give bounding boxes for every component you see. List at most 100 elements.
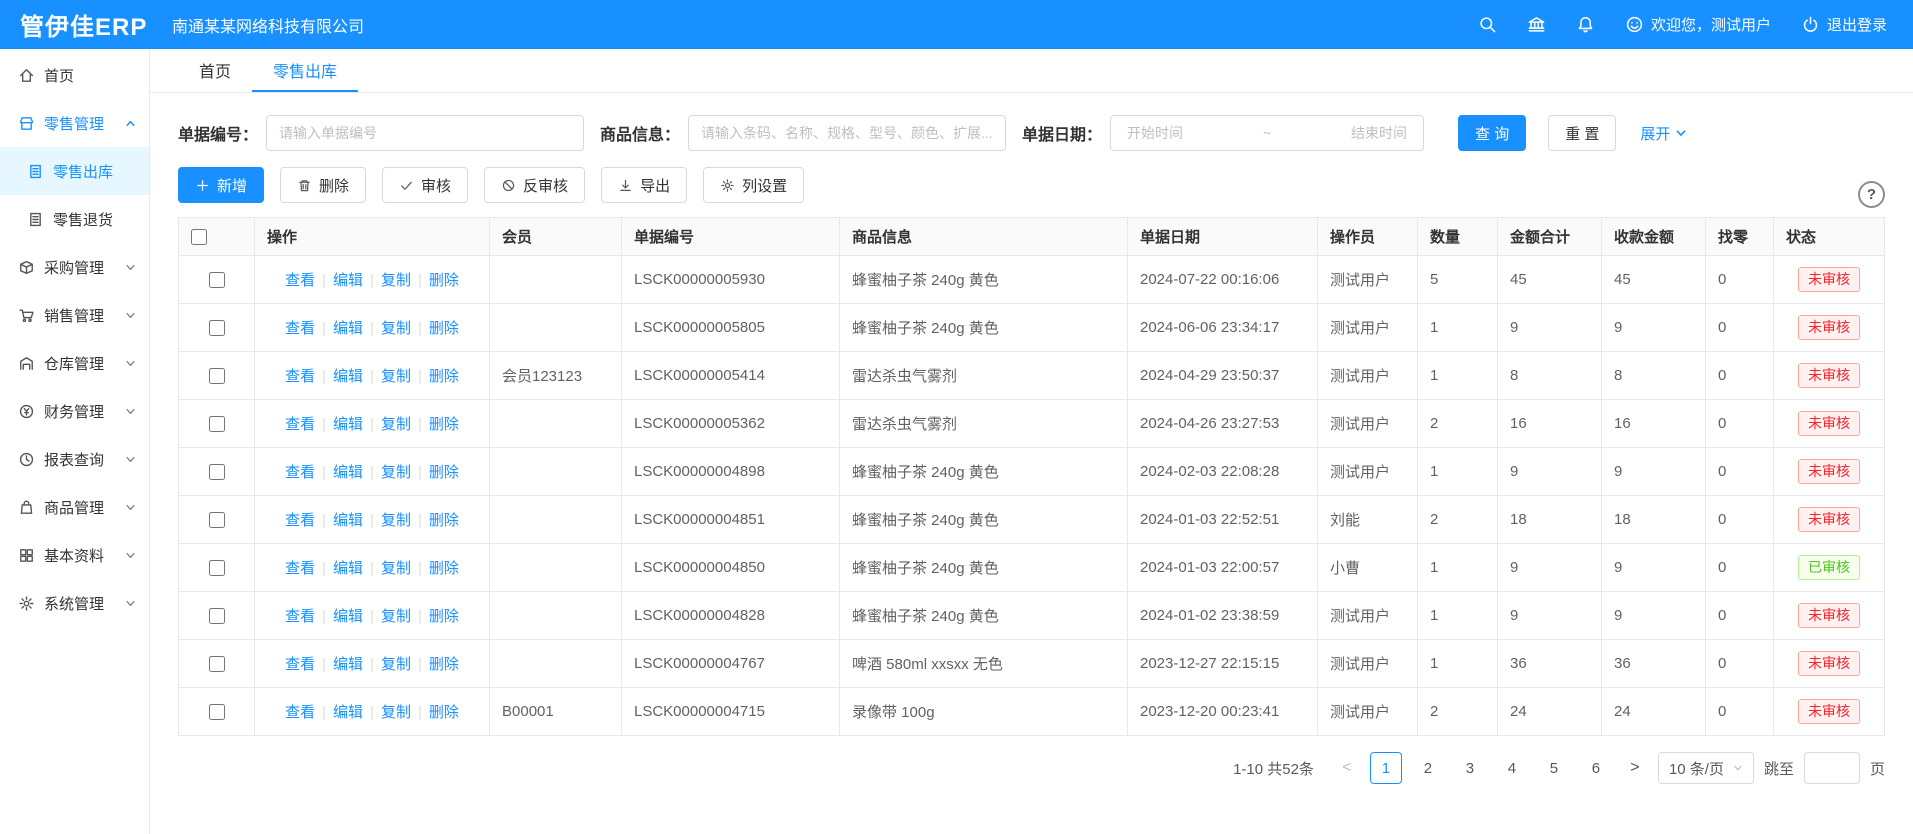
view-link[interactable]: 查看 <box>285 512 315 529</box>
row-checkbox[interactable] <box>209 704 225 720</box>
copy-link[interactable]: 复制 <box>381 560 411 577</box>
search-icon[interactable] <box>1478 15 1497 34</box>
amount-cell: 9 <box>1498 304 1602 352</box>
copy-link[interactable]: 复制 <box>381 608 411 625</box>
view-link[interactable]: 查看 <box>285 272 315 289</box>
copy-link[interactable]: 复制 <box>381 512 411 529</box>
unaudit-button[interactable]: 反审核 <box>484 167 585 203</box>
expand-link[interactable]: 展开 <box>1640 123 1687 144</box>
edit-link[interactable]: 编辑 <box>333 656 363 673</box>
tab-retail-outbound[interactable]: 零售出库 <box>252 49 358 92</box>
delete-link[interactable]: 删除 <box>429 656 459 673</box>
bill-no-label: 单据编号： <box>178 121 258 145</box>
row-actions-cell: 查看|编辑|复制|删除 <box>255 544 490 592</box>
sidebar-item-retail[interactable]: 零售管理 <box>0 99 149 147</box>
page-button[interactable]: 1 <box>1370 752 1402 784</box>
delete-link[interactable]: 删除 <box>429 608 459 625</box>
view-link[interactable]: 查看 <box>285 416 315 433</box>
delete-link[interactable]: 删除 <box>429 464 459 481</box>
audit-button[interactable]: 审核 <box>382 167 468 203</box>
edit-link[interactable]: 编辑 <box>333 320 363 337</box>
sidebar-item-reports[interactable]: 报表查询 <box>0 435 149 483</box>
delete-link[interactable]: 删除 <box>429 320 459 337</box>
page-button[interactable]: 6 <box>1580 752 1612 784</box>
view-link[interactable]: 查看 <box>285 704 315 721</box>
view-link[interactable]: 查看 <box>285 560 315 577</box>
delete-link[interactable]: 删除 <box>429 560 459 577</box>
sidebar-item-system[interactable]: 系统管理 <box>0 579 149 627</box>
company-name: 南通某某网络科技有限公司 <box>172 13 364 37</box>
action-separator: | <box>370 512 374 529</box>
copy-link[interactable]: 复制 <box>381 368 411 385</box>
page-button[interactable]: 4 <box>1496 752 1528 784</box>
edit-link[interactable]: 编辑 <box>333 368 363 385</box>
edit-link[interactable]: 编辑 <box>333 416 363 433</box>
delete-link[interactable]: 删除 <box>429 704 459 721</box>
copy-link[interactable]: 复制 <box>381 272 411 289</box>
view-link[interactable]: 查看 <box>285 464 315 481</box>
sidebar-item-retail-return[interactable]: 零售退货 <box>0 195 149 243</box>
row-checkbox[interactable] <box>209 608 225 624</box>
column-settings-button[interactable]: 列设置 <box>703 167 804 203</box>
edit-link[interactable]: 编辑 <box>333 272 363 289</box>
sidebar-item-sales[interactable]: 销售管理 <box>0 291 149 339</box>
sidebar-item-home[interactable]: 首页 <box>0 51 149 99</box>
sidebar-item-basic-data[interactable]: 基本资料 <box>0 531 149 579</box>
page-button[interactable]: 2 <box>1412 752 1444 784</box>
prev-page-arrow[interactable]: < <box>1334 752 1360 784</box>
edit-link[interactable]: 编辑 <box>333 608 363 625</box>
copy-link[interactable]: 复制 <box>381 320 411 337</box>
tab-home[interactable]: 首页 <box>178 49 252 92</box>
next-page-arrow[interactable]: > <box>1622 752 1648 784</box>
date-range-picker[interactable]: 开始时间 ~ 结束时间 <box>1110 115 1424 151</box>
row-checkbox[interactable] <box>209 656 225 672</box>
row-checkbox[interactable] <box>209 560 225 576</box>
delete-link[interactable]: 删除 <box>429 272 459 289</box>
page-size-select[interactable]: 10 条/页 <box>1658 752 1754 784</box>
row-checkbox[interactable] <box>209 368 225 384</box>
edit-link[interactable]: 编辑 <box>333 704 363 721</box>
welcome-user[interactable]: 欢迎您，测试用户 <box>1625 14 1771 35</box>
add-button[interactable]: 新增 <box>178 167 264 203</box>
delete-button[interactable]: 删除 <box>280 167 366 203</box>
view-link[interactable]: 查看 <box>285 320 315 337</box>
delete-link[interactable]: 删除 <box>429 368 459 385</box>
date-cell: 2024-04-29 23:50:37 <box>1128 352 1318 400</box>
sidebar-item-purchase[interactable]: 采购管理 <box>0 243 149 291</box>
copy-link[interactable]: 复制 <box>381 464 411 481</box>
edit-link[interactable]: 编辑 <box>333 464 363 481</box>
view-link[interactable]: 查看 <box>285 608 315 625</box>
export-button[interactable]: 导出 <box>601 167 687 203</box>
copy-link[interactable]: 复制 <box>381 704 411 721</box>
logout-button[interactable]: 退出登录 <box>1801 14 1887 35</box>
row-checkbox[interactable] <box>209 464 225 480</box>
search-button[interactable]: 查 询 <box>1458 115 1526 151</box>
row-checkbox[interactable] <box>209 272 225 288</box>
bill-no-input[interactable] <box>266 115 584 151</box>
edit-link[interactable]: 编辑 <box>333 512 363 529</box>
sidebar-item-finance[interactable]: 财务管理 <box>0 387 149 435</box>
sidebar-item-warehouse[interactable]: 仓库管理 <box>0 339 149 387</box>
sidebar-item-retail-outbound[interactable]: 零售出库 <box>0 147 149 195</box>
view-link[interactable]: 查看 <box>285 656 315 673</box>
sidebar-item-goods[interactable]: 商品管理 <box>0 483 149 531</box>
help-icon[interactable]: ? <box>1858 181 1885 208</box>
product-input[interactable] <box>688 115 1006 151</box>
chevron-down-icon <box>125 550 136 561</box>
row-checkbox[interactable] <box>209 320 225 336</box>
page-button[interactable]: 3 <box>1454 752 1486 784</box>
delete-link[interactable]: 删除 <box>429 512 459 529</box>
row-checkbox[interactable] <box>209 512 225 528</box>
org-icon[interactable] <box>1527 15 1546 34</box>
jump-page-input[interactable] <box>1804 752 1860 784</box>
delete-link[interactable]: 删除 <box>429 416 459 433</box>
bell-icon[interactable] <box>1576 15 1595 34</box>
row-checkbox[interactable] <box>209 416 225 432</box>
copy-link[interactable]: 复制 <box>381 656 411 673</box>
reset-button[interactable]: 重 置 <box>1548 115 1616 151</box>
copy-link[interactable]: 复制 <box>381 416 411 433</box>
select-all-checkbox[interactable] <box>191 229 207 245</box>
page-button[interactable]: 5 <box>1538 752 1570 784</box>
view-link[interactable]: 查看 <box>285 368 315 385</box>
edit-link[interactable]: 编辑 <box>333 560 363 577</box>
